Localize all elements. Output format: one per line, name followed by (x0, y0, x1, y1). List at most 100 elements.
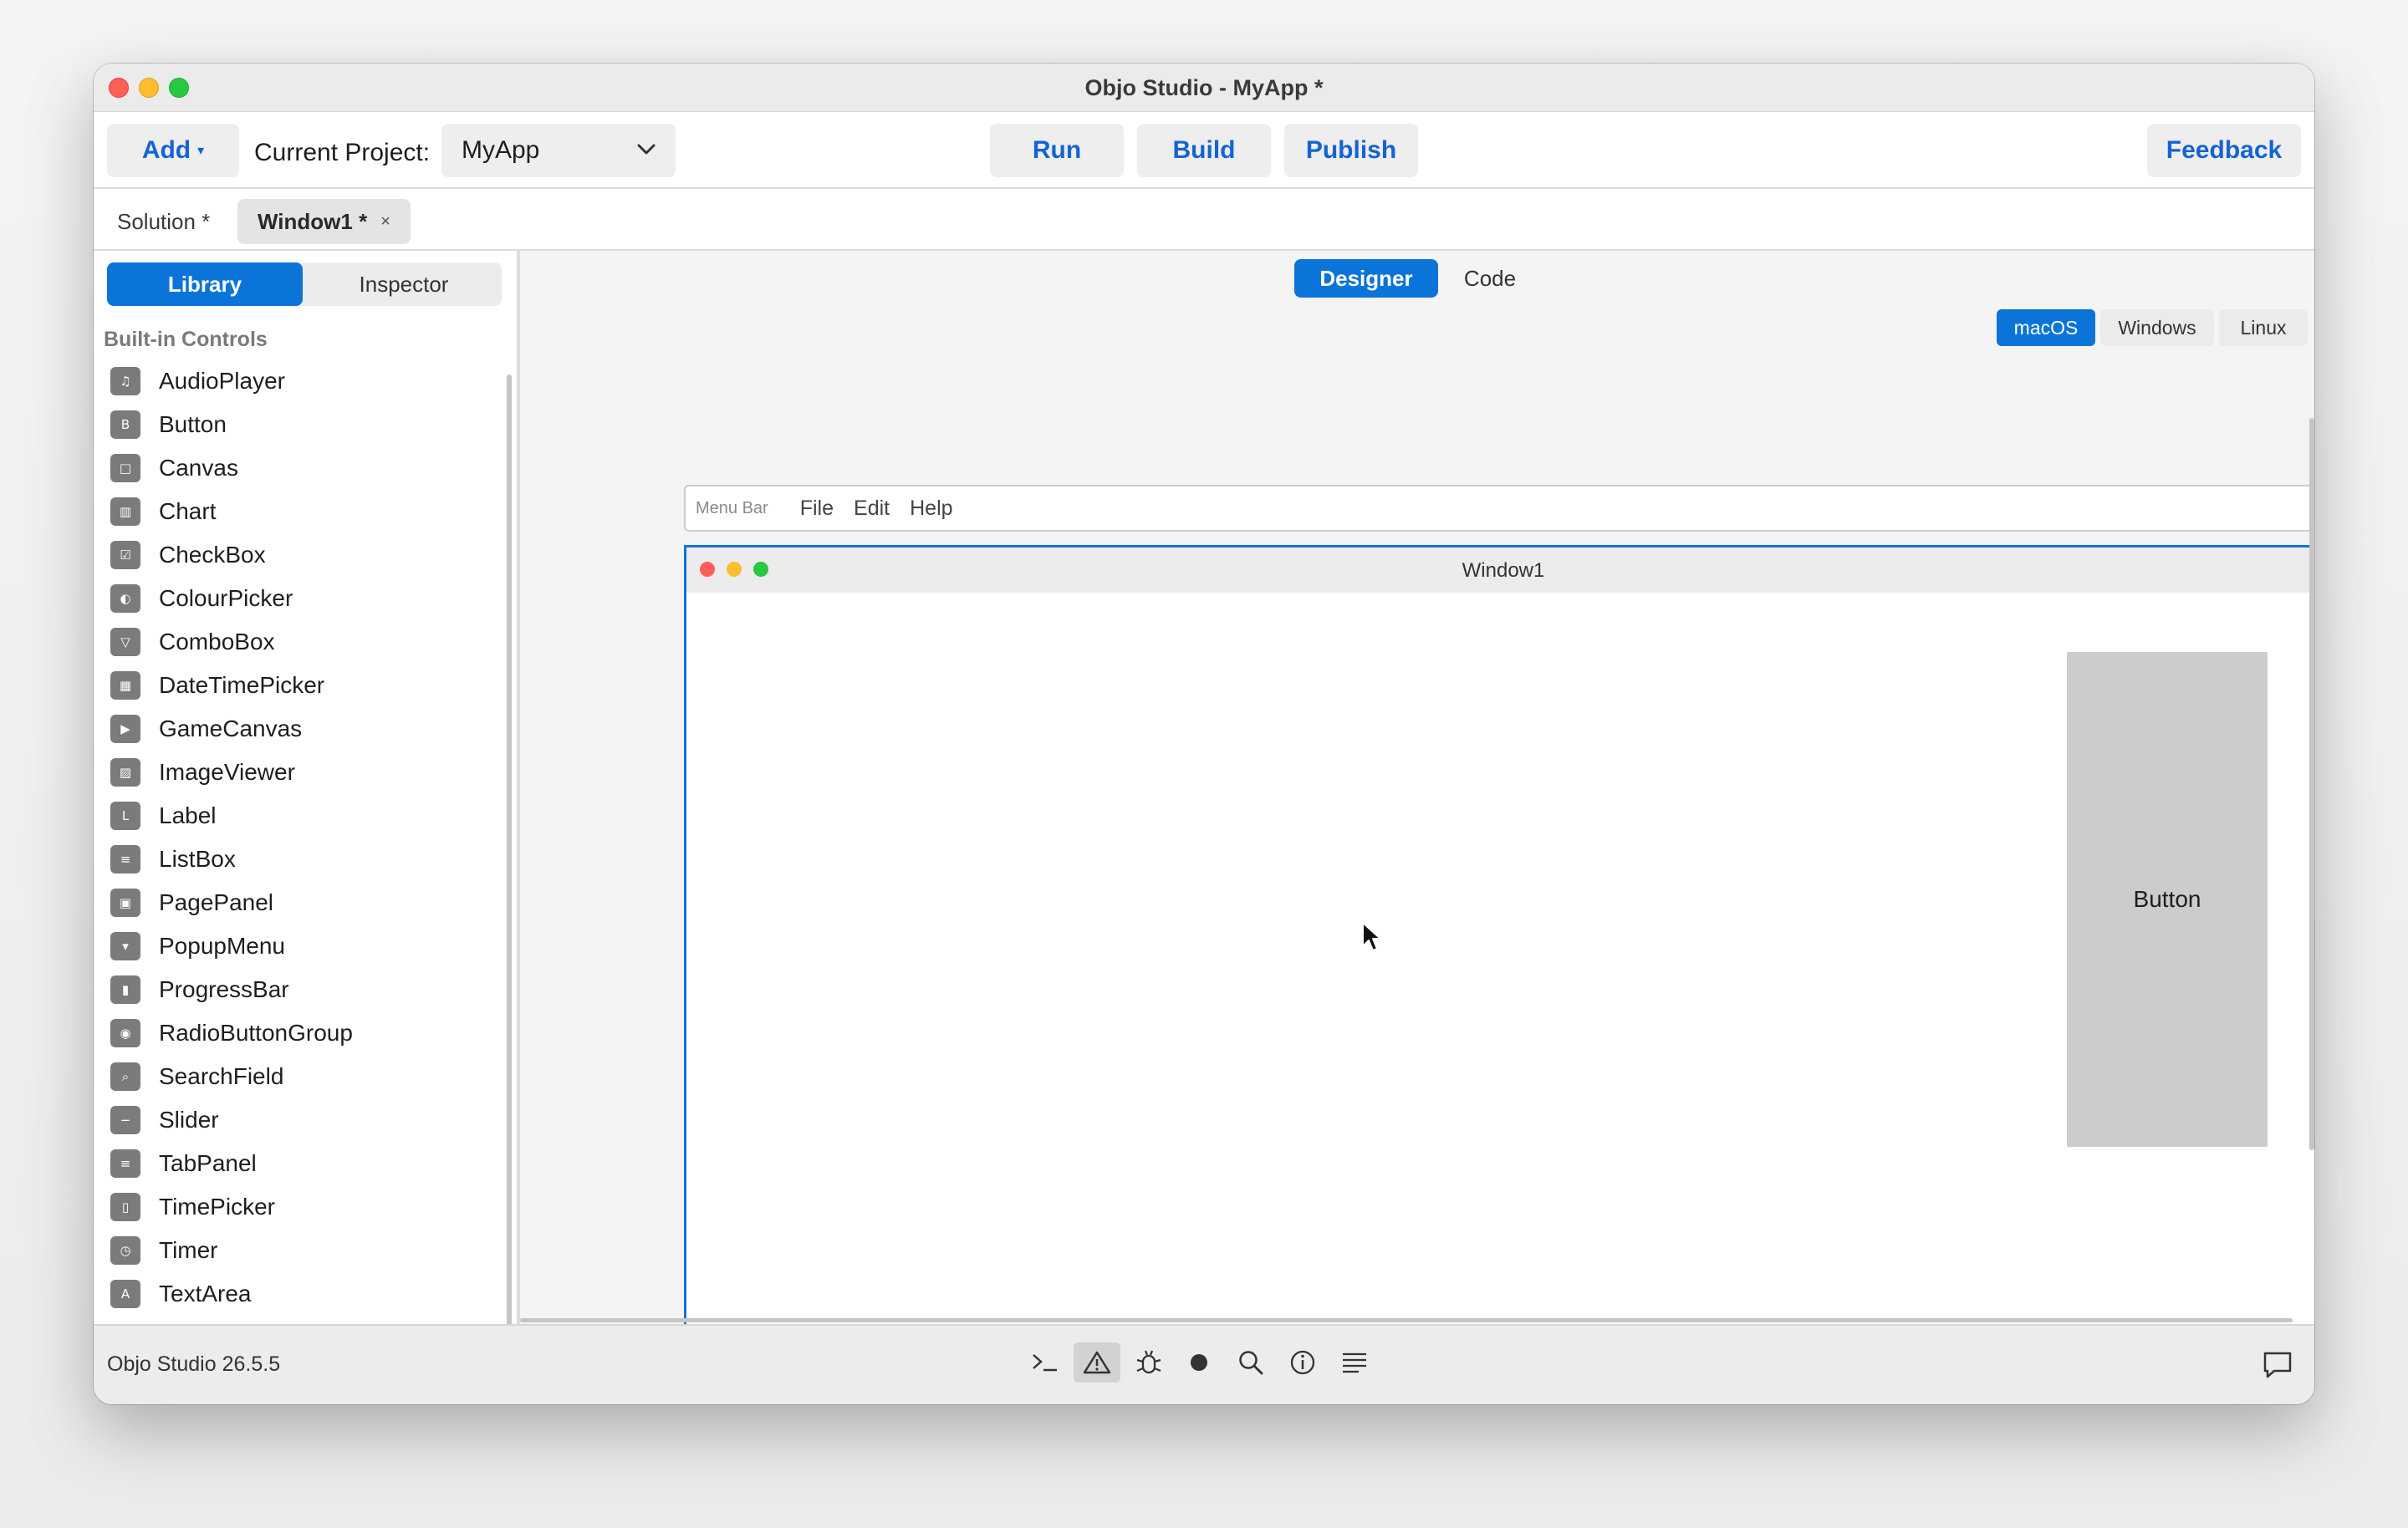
play-icon: ▶ (110, 715, 140, 743)
library-item-searchfield[interactable]: ⌕ SearchField (110, 1055, 495, 1098)
chart-icon: ▥ (110, 497, 140, 526)
text-area-icon: A (110, 1280, 140, 1308)
design-window-title: Window1 (1462, 559, 1545, 582)
library-item-label: Slider (159, 1107, 219, 1133)
library-item-textarea[interactable]: A TextArea (110, 1272, 495, 1316)
library-item-pagepanel[interactable]: ▣ PagePanel (110, 881, 495, 924)
library-item-label: ImageViewer (159, 759, 295, 785)
chat-bubble-icon[interactable] (2261, 1347, 2294, 1381)
tab-solution[interactable]: Solution * (117, 199, 210, 244)
project-select-value: MyApp (462, 136, 540, 164)
section-title-built-in-controls: Built-in Controls (104, 328, 268, 351)
library-item-button[interactable]: B Button (110, 403, 495, 446)
tab-designer[interactable]: Designer (1294, 259, 1438, 298)
library-item-audioplayer[interactable]: ♫ AudioPlayer (110, 359, 495, 403)
library-item-label[interactable]: L Label (110, 794, 495, 838)
document-tabs: Solution * Window1 * × (94, 189, 2314, 251)
listbox-icon: ≡ (110, 845, 140, 874)
label-icon: L (110, 802, 140, 830)
music-note-icon: ♫ (110, 367, 140, 395)
designer-horizontal-scrollbar[interactable] (520, 1318, 2293, 1322)
library-item-label: CheckBox (159, 542, 266, 568)
search-field-icon: ⌕ (110, 1062, 140, 1091)
calendar-icon: ▦ (110, 671, 140, 700)
library-item-label: ColourPicker (159, 585, 293, 611)
library-item-label: ProgressBar (159, 976, 289, 1002)
library-item-checkbox[interactable]: ☑ CheckBox (110, 533, 495, 577)
library-item-imageviewer[interactable]: ▨ ImageViewer (110, 751, 495, 794)
tab-window1[interactable]: Window1 * × (237, 199, 411, 244)
library-item-slider[interactable]: − Slider (110, 1098, 495, 1142)
publish-button[interactable]: Publish (1284, 124, 1418, 177)
design-button-control[interactable]: Button (2067, 652, 2268, 1147)
library-item-timepicker[interactable]: ▯ TimePicker (110, 1185, 495, 1229)
library-item-gamecanvas[interactable]: ▶ GameCanvas (110, 707, 495, 751)
warning-icon[interactable] (1074, 1342, 1120, 1383)
menu-bar-label: Menu Bar (696, 498, 768, 517)
tab-linux[interactable]: Linux (2219, 309, 2308, 346)
checkbox-icon: ☑ (110, 541, 140, 569)
close-tab-icon[interactable]: × (380, 212, 390, 232)
menu-bar-preview[interactable]: Menu Bar File Edit Help (684, 485, 2314, 532)
designer-vertical-scrollbar[interactable] (2309, 418, 2314, 1150)
project-select[interactable]: MyApp (441, 124, 676, 177)
library-scrollbar[interactable] (507, 374, 512, 1327)
list-icon[interactable] (1331, 1342, 1378, 1383)
menu-help[interactable]: Help (910, 497, 952, 521)
colour-picker-icon: ◐ (110, 584, 140, 613)
search-icon[interactable] (1227, 1342, 1274, 1383)
library-item-label: PopupMenu (159, 933, 286, 959)
terminal-icon[interactable] (1022, 1342, 1069, 1383)
dropdown-caret-icon: ▾ (197, 144, 205, 158)
tab-library[interactable]: Library (107, 262, 303, 306)
add-button[interactable]: Add ▾ (107, 124, 239, 177)
slider-icon: − (110, 1106, 140, 1134)
record-icon[interactable] (1176, 1342, 1222, 1383)
page-panel-icon: ▣ (110, 889, 140, 917)
tab-macos[interactable]: macOS (1997, 309, 2095, 346)
library-item-listbox[interactable]: ≡ ListBox (110, 838, 495, 881)
library-item-label: Button (159, 411, 227, 437)
library-item-progressbar[interactable]: ▮ ProgressBar (110, 968, 495, 1011)
library-item-label: SearchField (159, 1063, 284, 1089)
feedback-button[interactable]: Feedback (2147, 124, 2301, 177)
combobox-icon: ▽ (110, 628, 140, 656)
library-item-label: ListBox (159, 846, 236, 872)
library-item-combobox[interactable]: ▽ ComboBox (110, 620, 495, 664)
library-item-timer[interactable]: ◷ Timer (110, 1229, 495, 1272)
canvas-icon: □ (110, 454, 140, 482)
library-item-label: TabPanel (159, 1150, 257, 1176)
menu-edit[interactable]: Edit (854, 497, 890, 521)
library-item-label: DateTimePicker (159, 672, 325, 698)
library-item-label: TextArea (159, 1281, 252, 1306)
title-bar: Objo Studio - MyApp * (94, 64, 2314, 112)
library-item-datetimepicker[interactable]: ▦ DateTimePicker (110, 664, 495, 707)
build-button[interactable]: Build (1137, 124, 1271, 177)
library-item-chart[interactable]: ▥ Chart (110, 490, 495, 533)
menu-file[interactable]: File (800, 497, 834, 521)
library-item-popupmenu[interactable]: ▾ PopupMenu (110, 924, 495, 968)
tab-inspector[interactable]: Inspector (306, 262, 502, 306)
mouse-pointer-icon (1362, 922, 1381, 951)
library-item-label: ComboBox (159, 629, 275, 654)
library-item-canvas[interactable]: □ Canvas (110, 446, 495, 490)
window-title: Objo Studio - MyApp * (1084, 75, 1324, 100)
library-item-label: Timer (159, 1237, 218, 1263)
tab-windows[interactable]: Windows (2100, 309, 2214, 346)
info-icon[interactable] (1279, 1342, 1326, 1383)
library-item-label: AudioPlayer (159, 368, 285, 394)
design-window-preview[interactable]: Window1 Button (684, 545, 2314, 1331)
progress-bar-icon: ▮ (110, 975, 140, 1004)
library-item-textfield[interactable]: TTextField (110, 1316, 495, 1321)
run-button[interactable]: Run (990, 124, 1124, 177)
tab-window1-label: Window1 * (258, 208, 368, 234)
toolbar: Add ▾ Current Project: MyApp Run Build P… (94, 112, 2314, 189)
library-item-colourpicker[interactable]: ◐ ColourPicker (110, 577, 495, 620)
debug-bug-icon[interactable] (1125, 1342, 1172, 1383)
tab-code[interactable]: Code (1450, 259, 1530, 298)
library-item-label: Label (159, 802, 217, 828)
library-item-label: RadioButtonGroup (159, 1020, 353, 1046)
platform-tabs: macOS Windows Linux (1997, 309, 2314, 348)
library-item-radiobuttongroup[interactable]: ◉ RadioButtonGroup (110, 1011, 495, 1055)
library-item-tabpanel[interactable]: ≡ TabPanel (110, 1142, 495, 1185)
